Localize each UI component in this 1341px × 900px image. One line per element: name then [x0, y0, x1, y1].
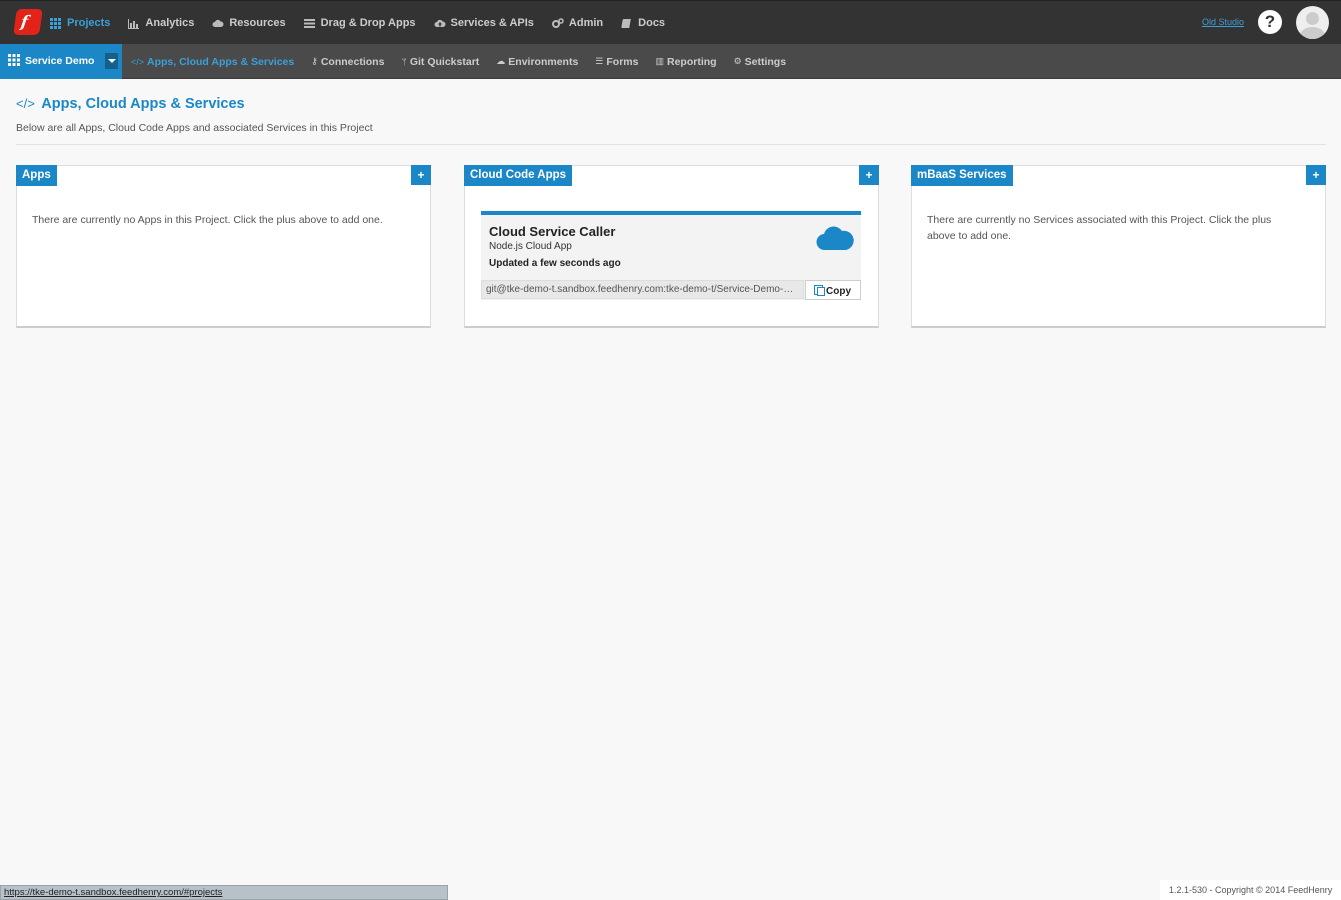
sitemap-icon: ⚷: [311, 56, 318, 66]
project-name: Service Demo: [25, 55, 95, 67]
code-icon: </>: [16, 96, 35, 111]
book-icon: [621, 18, 632, 29]
nav-docs[interactable]: Docs: [621, 17, 665, 29]
page-title: </> Apps, Cloud Apps & Services: [16, 96, 245, 112]
nav-analytics-label: Analytics: [145, 17, 195, 29]
nav-admin[interactable]: Admin: [551, 17, 604, 29]
divider: [16, 144, 1326, 145]
browser-status-bar: https://tke-demo-t.sandbox.feedhenry.com…: [0, 885, 448, 900]
top-navbar: f Projects Analytics Resources Drag & Dr…: [0, 0, 1341, 44]
copy-button[interactable]: Copy: [805, 280, 861, 300]
code-icon: </>: [131, 56, 145, 67]
avatar[interactable]: [1296, 6, 1329, 39]
cloud-apps-panel-title: Cloud Code Apps: [464, 165, 573, 186]
nav-docs-label: Docs: [638, 17, 666, 29]
copy-icon: [814, 285, 825, 296]
tab-label: Git Quickstart: [409, 55, 480, 68]
cloud-apps-panel: Cloud Code Apps + Cloud Service Caller N…: [464, 165, 879, 328]
tab-label: Forms: [606, 55, 639, 68]
apps-panel-title: Apps: [16, 165, 57, 186]
apps-panel: Apps + There are currently no Apps in th…: [16, 165, 431, 328]
help-icon[interactable]: ?: [1258, 10, 1282, 34]
tab-label: Settings: [744, 55, 787, 68]
tab-connections[interactable]: ⚷ Connections: [311, 56, 384, 68]
main-nav: Projects Analytics Resources Drag & Drop…: [50, 1, 683, 45]
tab-environments[interactable]: ☁ Environments: [496, 56, 578, 68]
list-icon: [303, 18, 315, 29]
mbaas-panel-title: mBaaS Services: [911, 165, 1013, 186]
gears-icon: [551, 17, 564, 29]
tab-apps-cloud-apps-services[interactable]: </> Apps, Cloud Apps & Services: [131, 56, 294, 68]
git-url-field[interactable]: git@tke-demo-t.sandbox.feedhenry.com:tke…: [481, 280, 804, 299]
mbaas-panel: mBaaS Services + There are currently no …: [911, 165, 1326, 328]
avatar-head: [1306, 12, 1319, 25]
project-subnav: </> Apps, Cloud Apps & Services ⚷ Connec…: [131, 44, 803, 79]
cloud-app-name: Cloud Service Caller: [489, 224, 616, 239]
add-service-button[interactable]: +: [1306, 165, 1326, 185]
cloud-icon: [816, 224, 854, 252]
tab-label: Apps, Cloud Apps & Services: [147, 55, 295, 68]
add-cloud-app-button[interactable]: +: [859, 165, 879, 185]
avatar-body: [1300, 27, 1325, 39]
nav-resources-label: Resources: [229, 17, 286, 29]
grid-icon: [8, 54, 20, 66]
cloud-app-type: Node.js Cloud App: [489, 241, 572, 252]
nav-drag-drop-apps[interactable]: Drag & Drop Apps: [303, 17, 416, 29]
bar-chart-icon: [128, 18, 140, 29]
project-selector[interactable]: Service Demo: [0, 44, 122, 79]
apps-empty-message: There are currently no Apps in this Proj…: [32, 214, 383, 226]
cloud-icon: [212, 18, 224, 29]
nav-analytics[interactable]: Analytics: [128, 17, 194, 29]
tab-git-quickstart[interactable]: ᛘ Git Quickstart: [401, 56, 479, 68]
feedhenry-logo[interactable]: f: [13, 9, 43, 35]
copy-label: Copy: [826, 286, 851, 297]
page-title-text: Apps, Cloud Apps & Services: [41, 96, 245, 112]
nav-resources[interactable]: Resources: [212, 17, 286, 29]
tab-settings[interactable]: ⚙ Settings: [734, 56, 787, 68]
nav-drag-drop-label: Drag & Drop Apps: [320, 17, 416, 29]
old-studio-link[interactable]: Old Studio: [1202, 17, 1244, 27]
cloud-upload-icon: [434, 18, 446, 29]
grid-icon: [50, 17, 61, 29]
page-subtitle: Below are all Apps, Cloud Code Apps and …: [16, 122, 373, 134]
nav-admin-label: Admin: [568, 17, 604, 29]
list-icon: ☰: [595, 56, 604, 66]
cloud-icon: ☁: [496, 56, 506, 66]
cloud-app-updated: Updated a few seconds ago: [489, 258, 621, 269]
nav-services-label: Services & APIs: [450, 17, 534, 29]
bar-chart-icon: ▥: [655, 56, 664, 66]
git-branch-icon: ᛘ: [401, 56, 407, 67]
footer-copyright: 1.2.1-530 - Copyright © 2014 FeedHenry: [1160, 880, 1341, 900]
tab-forms[interactable]: ☰ Forms: [595, 56, 638, 68]
nav-projects-label: Projects: [67, 17, 111, 29]
nav-projects[interactable]: Projects: [50, 17, 110, 29]
logo-letter: f: [19, 12, 30, 31]
add-app-button[interactable]: +: [411, 165, 431, 185]
tab-reporting[interactable]: ▥ Reporting: [655, 56, 716, 68]
mbaas-empty-message: There are currently no Services associat…: [927, 214, 1272, 242]
tab-label: Reporting: [666, 55, 717, 68]
nav-services-apis[interactable]: Services & APIs: [434, 17, 534, 29]
tab-label: Connections: [320, 55, 385, 68]
caret-down-icon[interactable]: [105, 53, 118, 69]
tab-label: Environments: [508, 55, 579, 68]
gears-icon: ⚙: [733, 56, 742, 66]
project-navbar: Service Demo </> Apps, Cloud Apps & Serv…: [0, 44, 1341, 79]
